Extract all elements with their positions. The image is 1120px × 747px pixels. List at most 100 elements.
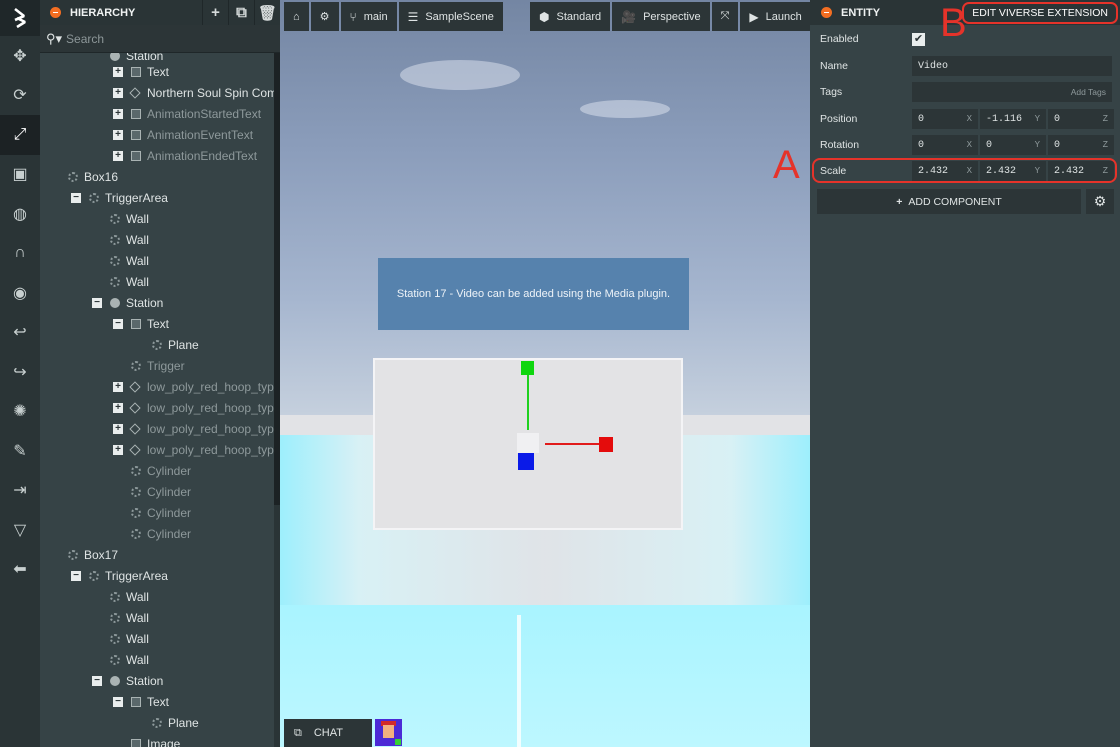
collapse-icon[interactable]: − [71, 570, 81, 581]
hierarchy-item[interactable]: − Text [113, 313, 169, 334]
expand-icon[interactable]: + [113, 66, 123, 77]
rotate-tool[interactable]: ⟳ [0, 76, 40, 116]
hierarchy-item[interactable]: Wall [110, 628, 149, 649]
expand-icon[interactable]: + [113, 129, 123, 140]
fullscreen-button[interactable]: ⤧ [711, 2, 739, 31]
launch-button[interactable]: ▶ Launch [740, 2, 810, 31]
hierarchy-item[interactable]: Wall [110, 271, 149, 292]
redo-button[interactable]: ↪ [0, 352, 40, 392]
chat-button[interactable]: ⧉ CHAT [284, 719, 372, 747]
hierarchy-item[interactable]: Wall [110, 229, 149, 250]
gizmo-center-handle[interactable] [517, 433, 539, 453]
enabled-checkbox[interactable]: ✔ [912, 32, 925, 46]
hierarchy-item[interactable]: + AnimationStartedText [113, 103, 261, 124]
expand-icon[interactable]: + [113, 444, 123, 455]
expand-icon[interactable]: + [113, 150, 123, 161]
hierarchy-item[interactable]: Cylinder [131, 523, 191, 544]
gizmo-z-handle[interactable] [518, 453, 534, 470]
expand-icon[interactable]: + [113, 381, 123, 392]
collapse-icon[interactable]: − [113, 318, 123, 329]
collapse-icon[interactable]: − [113, 696, 123, 707]
scene-viewport[interactable]: Station 17 - Video can be added using th… [280, 0, 810, 747]
search-icon[interactable]: ⚲▾ [46, 31, 62, 47]
duplicate-entity-button[interactable]: ⧉ [228, 0, 254, 25]
home-button[interactable]: ⌂ [284, 2, 309, 31]
search-input[interactable] [66, 31, 247, 46]
expand-icon[interactable]: + [113, 87, 123, 98]
hierarchy-item[interactable]: + low_poly_red_hoop_type- [113, 418, 280, 439]
camera-button[interactable]: 🎥 Perspective [612, 2, 710, 31]
world-space-toggle[interactable]: ◍ [0, 194, 40, 234]
collapse-panel-icon[interactable] [50, 7, 61, 18]
position-x-field[interactable]: 0X [912, 109, 978, 129]
collapse-icon[interactable]: − [71, 192, 81, 203]
hierarchy-item[interactable]: + AnimationEndedText [113, 145, 257, 166]
hierarchy-item[interactable]: Wall [110, 586, 149, 607]
hierarchy-item[interactable]: Cylinder [131, 481, 191, 502]
hierarchy-item[interactable]: Trigger [131, 355, 185, 376]
focus-tool[interactable]: ◉ [0, 273, 40, 313]
gizmo-y-handle[interactable] [521, 361, 534, 375]
hierarchy-item[interactable]: + low_poly_red_hoop_type- [113, 376, 280, 397]
resize-element-tool[interactable]: ▣ [0, 155, 40, 195]
gizmo-x-handle[interactable] [599, 437, 613, 452]
avatar[interactable] [375, 719, 402, 746]
edit-viverse-extension-button[interactable]: EDIT VIVERSE EXTENSION [962, 2, 1118, 24]
tags-field[interactable]: Add Tags [912, 82, 1112, 102]
delete-entity-button[interactable]: 🗑 [254, 0, 280, 25]
hierarchy-item[interactable]: + AnimationEventText [113, 124, 253, 145]
scene-button[interactable]: ☰ SampleScene [398, 2, 503, 31]
position-y-field[interactable]: -1.116 Y [980, 109, 1046, 129]
hierarchy-item[interactable]: Box16 [68, 166, 118, 187]
gizmo-x-axis[interactable] [545, 443, 603, 445]
add-component-button[interactable]: + ADD COMPONENT [817, 189, 1081, 214]
hierarchy-item[interactable]: Wall [110, 250, 149, 271]
hierarchy-item[interactable]: Wall [110, 649, 149, 670]
scale-x-field[interactable]: 2.432 X [912, 161, 978, 181]
hierarchy-item[interactable]: Cylinder [131, 460, 191, 481]
add-entity-button[interactable]: + [202, 0, 228, 25]
rotation-y-field[interactable]: 0Y [980, 135, 1046, 155]
hierarchy-item[interactable]: − TriggerArea [71, 565, 168, 586]
collapse-inspector-icon[interactable] [821, 7, 832, 18]
scale-y-field[interactable]: 2.432 Y [980, 161, 1046, 181]
playcanvas-logo[interactable] [0, 0, 40, 36]
rotation-x-field[interactable]: 0X [912, 135, 978, 155]
expand-icon[interactable]: + [113, 402, 123, 413]
hierarchy-item[interactable]: + low_poly_red_hoop_type- [113, 397, 280, 418]
lightmapper-button[interactable]: ✺ [0, 392, 40, 432]
settings-button[interactable]: ⚙ [310, 2, 339, 31]
hierarchy-item[interactable]: − Station [92, 670, 163, 691]
hierarchy-item[interactable]: − Station [92, 292, 163, 313]
position-z-field[interactable]: 0Z [1048, 109, 1114, 129]
publish-button[interactable]: ⇥ [0, 471, 40, 511]
name-field[interactable]: Video [912, 56, 1112, 76]
hierarchy-item[interactable]: Image [131, 733, 180, 747]
component-settings-button[interactable]: ⚙ [1086, 189, 1114, 214]
hierarchy-item[interactable]: + Northern Soul Spin Combo [113, 82, 280, 103]
scale-tool[interactable]: ⤢ [0, 115, 40, 155]
gizmo-y-axis[interactable] [527, 372, 529, 430]
hierarchy-item[interactable]: + low_poly_red_hoop_type- [113, 439, 280, 460]
rotation-z-field[interactable]: 0Z [1048, 135, 1114, 155]
hierarchy-item[interactable]: Box17 [68, 544, 118, 565]
render-mode-button[interactable]: ⬢ Standard [530, 2, 611, 31]
hierarchy-item[interactable]: Cylinder [131, 502, 191, 523]
expand-icon[interactable]: + [113, 423, 123, 434]
translate-tool[interactable]: ✥ [0, 36, 40, 76]
hierarchy-item[interactable]: Plane [152, 712, 199, 733]
hierarchy-item[interactable]: − Text [113, 691, 169, 712]
snap-toggle[interactable]: ∩ [0, 234, 40, 274]
back-button[interactable]: ⬅ [0, 550, 40, 590]
hierarchy-item[interactable]: − TriggerArea [71, 187, 168, 208]
expand-icon[interactable]: + [113, 108, 123, 119]
hierarchy-item[interactable]: Wall [110, 208, 149, 229]
hierarchy-item[interactable]: Station [110, 53, 163, 66]
hierarchy-item[interactable]: Plane [152, 334, 199, 355]
branch-button[interactable]: ⑂ main [340, 2, 397, 31]
scale-z-field[interactable]: 2.432 Z [1048, 161, 1114, 181]
hierarchy-item[interactable]: Wall [110, 607, 149, 628]
collapse-icon[interactable]: − [92, 297, 102, 308]
code-editor-button[interactable]: ✎ [0, 431, 40, 471]
viverse-button[interactable]: ▽ [0, 510, 40, 550]
